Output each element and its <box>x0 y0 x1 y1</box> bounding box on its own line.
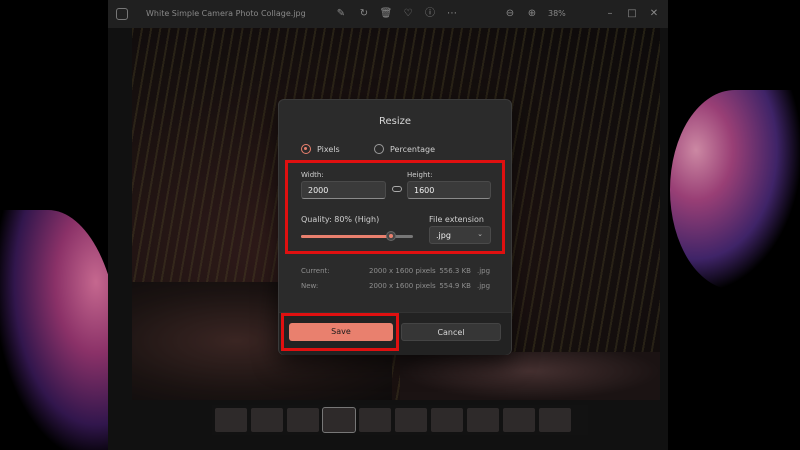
highlight-box-save <box>281 313 399 351</box>
minimize-icon[interactable]: – <box>602 6 618 22</box>
close-icon[interactable]: ✕ <box>646 6 662 22</box>
dialog-title: Resize <box>378 116 412 127</box>
more-icon[interactable]: ⋯ <box>444 6 460 22</box>
current-dimensions: 2000 x 1600 pixels <box>369 267 436 275</box>
radio-pixels-label: Pixels <box>317 144 340 154</box>
highlight-box-settings <box>285 160 505 254</box>
maximize-icon[interactable]: □ <box>624 6 640 22</box>
filmstrip-thumbnail[interactable] <box>503 408 535 432</box>
photos-app-icon <box>116 8 128 20</box>
current-label: Current: <box>301 267 330 275</box>
new-size: 554.9 KB <box>439 282 471 290</box>
zoom-in-icon[interactable]: ⊕ <box>524 6 540 22</box>
current-ext: .jpg <box>477 267 491 275</box>
filmstrip-thumbnail[interactable] <box>431 408 463 432</box>
wallpaper-swoosh-left <box>0 210 120 450</box>
filmstrip <box>212 405 588 435</box>
filmstrip-thumbnail[interactable] <box>395 408 427 432</box>
wallpaper-swoosh-right <box>670 90 800 290</box>
cancel-button[interactable]: Cancel <box>401 323 501 341</box>
radio-pixels[interactable]: Pixels <box>301 144 340 154</box>
new-ext: .jpg <box>477 282 491 290</box>
filmstrip-thumbnail[interactable] <box>215 408 247 432</box>
zoom-level: 38% <box>548 9 566 18</box>
radio-unselected-icon <box>374 144 384 154</box>
filmstrip-thumbnail[interactable] <box>287 408 319 432</box>
window-title: White Simple Camera Photo Collage.jpg <box>146 9 306 18</box>
filmstrip-thumbnail[interactable] <box>251 408 283 432</box>
new-dimensions: 2000 x 1600 pixels <box>369 282 436 290</box>
filmstrip-thumbnail[interactable] <box>467 408 499 432</box>
current-size: 556.3 KB <box>439 267 471 275</box>
zoom-out-icon[interactable]: ⊖ <box>502 6 518 22</box>
filmstrip-thumbnail[interactable] <box>359 408 391 432</box>
radio-percentage[interactable]: Percentage <box>374 144 435 154</box>
filmstrip-thumbnail[interactable] <box>539 408 571 432</box>
filmstrip-thumbnail-selected[interactable] <box>322 407 356 433</box>
radio-selected-icon <box>301 144 311 154</box>
favorite-icon[interactable]: ♡ <box>400 6 416 22</box>
edit-icon[interactable]: ✎ <box>333 6 349 22</box>
radio-percentage-label: Percentage <box>390 144 436 154</box>
new-label: New: <box>301 282 319 290</box>
info-icon[interactable]: ⓘ <box>422 6 438 22</box>
title-bar: White Simple Camera Photo Collage.jpg ✎ … <box>108 0 668 28</box>
delete-icon[interactable]: 🗑 <box>378 6 394 22</box>
rotate-icon[interactable]: ↻ <box>356 6 372 22</box>
